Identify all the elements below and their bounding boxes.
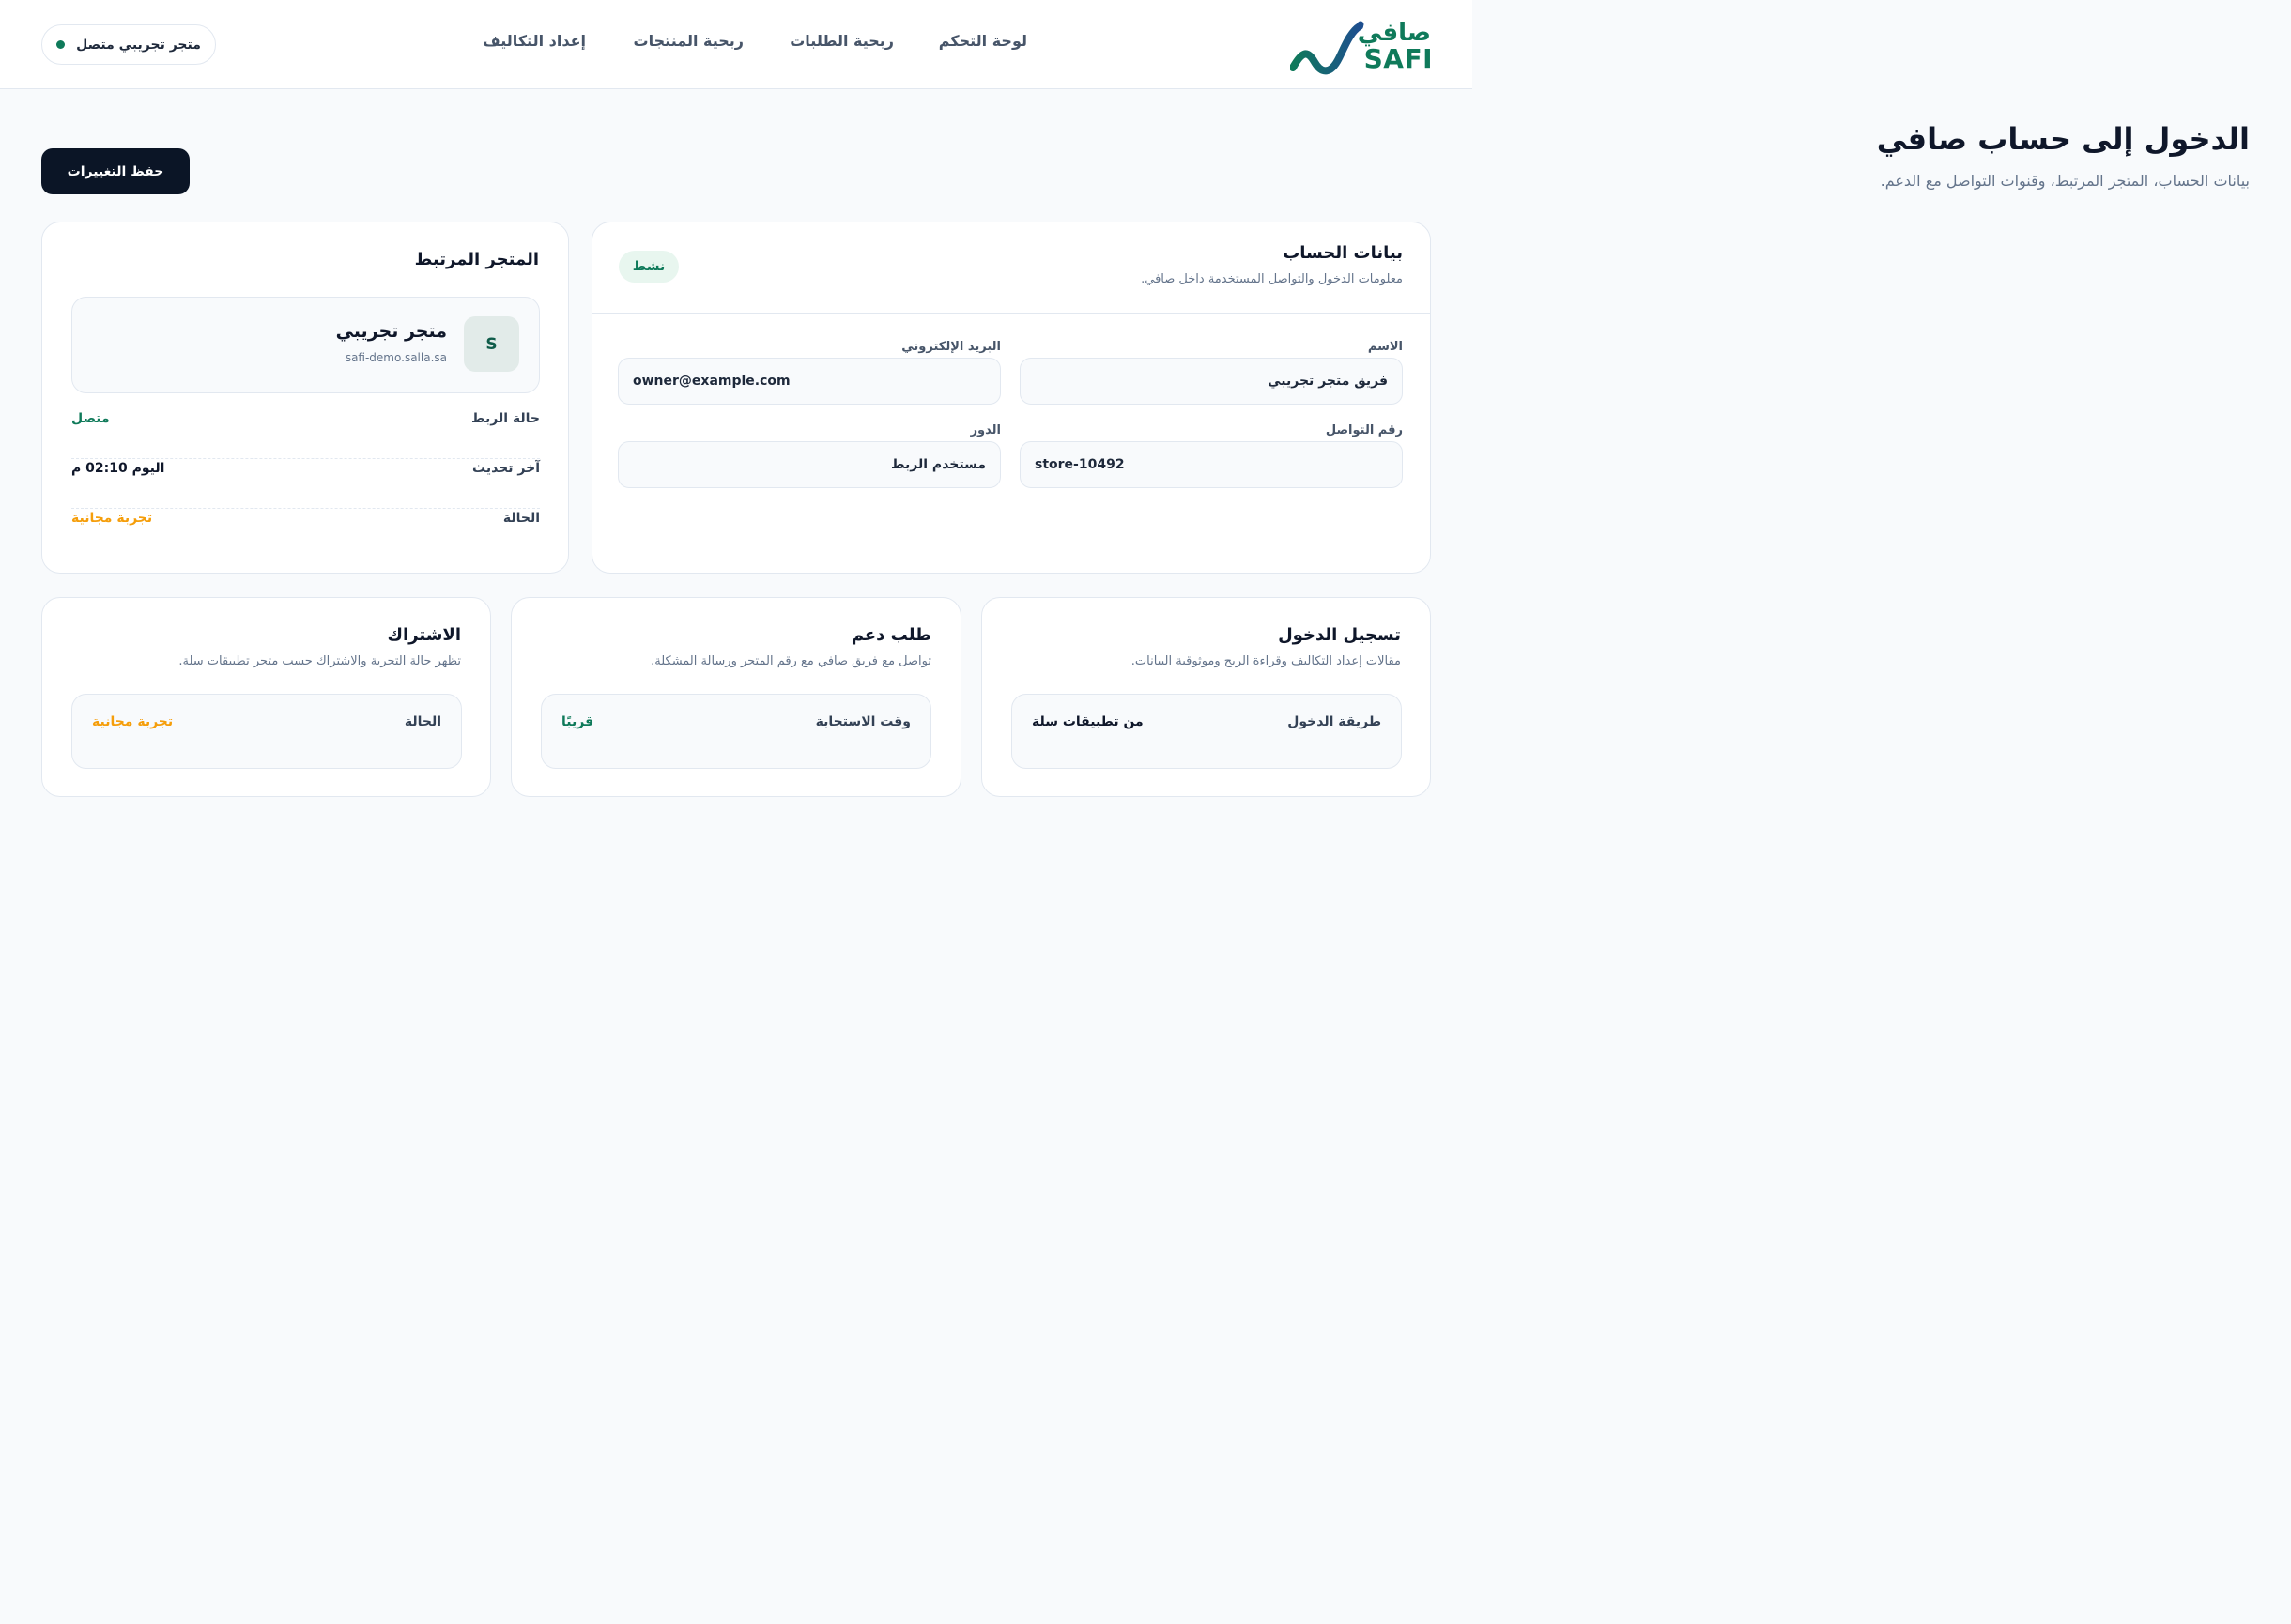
- store-row-key: حالة الربط: [471, 411, 540, 426]
- wave-logo-icon: [1290, 21, 1364, 75]
- nav-item-products-profit[interactable]: ربحية المنتجات: [634, 31, 744, 52]
- name-field[interactable]: فريق متجر تجريبي: [1020, 358, 1403, 405]
- linked-store-title: المتجر المرتبط: [414, 250, 539, 269]
- support-card-description: تواصل مع فريق صافي مع رقم المتجر ورسالة …: [651, 654, 931, 668]
- role-field[interactable]: مستخدم الربط: [618, 441, 1001, 488]
- account-card-divider: [592, 313, 1430, 314]
- phone-field-label: رقم التواصل: [1325, 423, 1403, 437]
- response-time-key: وقت الاستجابة: [815, 714, 911, 729]
- account-card-description: معلومات الدخول والتواصل المستخدمة داخل ص…: [1141, 272, 1403, 286]
- login-method-key: طريقة الدخول: [1287, 714, 1381, 729]
- response-time-value: قريبًا: [561, 714, 594, 729]
- subscription-card: الاشتراك تظهر حالة التجربة والاشتراك حسب…: [41, 597, 491, 797]
- store-name: متجر تجريبي: [335, 321, 447, 342]
- nav-item-dashboard[interactable]: لوحة التحكم: [939, 31, 1027, 52]
- top-navigation-bar: صافي SAFI لوحة التحكم ربحية الطلبات ربحي…: [0, 0, 1472, 89]
- email-field[interactable]: owner@example.com: [618, 358, 1001, 405]
- login-method-value: من تطبيقات سلة: [1032, 714, 1144, 729]
- subscription-card-description: تظهر حالة التجربة والاشتراك حسب متجر تطب…: [178, 654, 461, 668]
- connected-store-pill[interactable]: متجر تجريبي متصل: [41, 24, 216, 65]
- login-card-description: مقالات إعداد التكاليف وقراءة الربح وموثو…: [1130, 654, 1401, 668]
- account-status-badge: نشط: [619, 251, 679, 283]
- nav-item-costs-setup[interactable]: إعداد التكاليف: [483, 31, 586, 52]
- support-card-title: طلب دعم: [851, 625, 931, 645]
- nav-item-orders-profit[interactable]: ربحية الطلبات: [790, 31, 894, 52]
- connection-status-value: متصل: [71, 411, 110, 426]
- page-title: الدخول إلى حساب صافي: [1876, 121, 2250, 157]
- store-summary-box: S متجر تجريبي safi-demo.salla.sa: [71, 297, 540, 393]
- login-method-box: طريقة الدخول من تطبيقات سلة: [1011, 694, 1402, 769]
- last-update-value: اليوم 02:10 م: [71, 461, 165, 476]
- store-info-row: حالة الربط متصل: [71, 409, 540, 459]
- connection-status-dot: [56, 40, 66, 49]
- store-domain: safi-demo.salla.sa: [345, 351, 447, 364]
- account-card-title: بيانات الحساب: [1283, 243, 1403, 263]
- safi-logo[interactable]: صافي SAFI: [1290, 17, 1433, 75]
- store-row-key: الحالة: [502, 511, 540, 526]
- store-info-row: آخر تحديث اليوم 02:10 م: [71, 459, 540, 509]
- role-field-label: الدور: [970, 423, 1001, 437]
- store-row-key: آخر تحديث: [472, 461, 540, 476]
- name-field-label: الاسم: [1367, 340, 1403, 354]
- subscription-status-key: الحالة: [404, 714, 441, 729]
- store-info-row: الحالة تجربة مجانية: [71, 509, 540, 559]
- email-field-label: البريد الإلكتروني: [901, 340, 1001, 354]
- subscription-status-value: تجربة مجانية: [92, 714, 174, 729]
- store-avatar: S: [464, 316, 519, 372]
- login-card: تسجيل الدخول مقالات إعداد التكاليف وقراء…: [981, 597, 1431, 797]
- subscription-card-title: الاشتراك: [387, 625, 462, 645]
- response-time-box: وقت الاستجابة قريبًا: [541, 694, 931, 769]
- save-changes-button[interactable]: حفظ التغييرات: [41, 148, 190, 194]
- store-pill-label: متجر تجريبي متصل: [76, 37, 201, 53]
- plan-status-value: تجربة مجانية: [71, 511, 153, 526]
- subscription-status-box: الحالة تجربة مجانية: [71, 694, 462, 769]
- login-card-title: تسجيل الدخول: [1278, 625, 1401, 645]
- account-details-card: بيانات الحساب معلومات الدخول والتواصل ال…: [592, 222, 1431, 574]
- phone-field[interactable]: store-10492: [1020, 441, 1403, 488]
- linked-store-card: المتجر المرتبط S متجر تجريبي safi-demo.s…: [41, 222, 569, 574]
- brand-name-english: SAFI: [1363, 43, 1433, 74]
- page-subtitle: بيانات الحساب، المتجر المرتبط، وقنوات ال…: [1880, 172, 2250, 190]
- support-request-card[interactable]: طلب دعم تواصل مع فريق صافي مع رقم المتجر…: [511, 597, 961, 797]
